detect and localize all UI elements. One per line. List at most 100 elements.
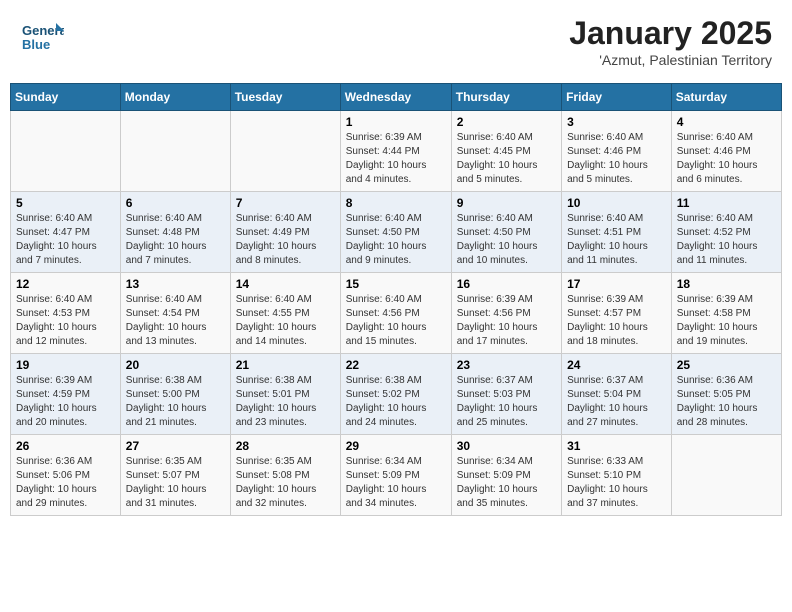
weekday-friday: Friday — [562, 84, 672, 111]
day-info: Sunrise: 6:39 AM Sunset: 4:44 PM Dayligh… — [346, 132, 427, 185]
week-row-2: 5Sunrise: 6:40 AM Sunset: 4:47 PM Daylig… — [11, 192, 782, 273]
day-number: 1 — [346, 115, 446, 129]
day-info: Sunrise: 6:40 AM Sunset: 4:55 PM Dayligh… — [236, 294, 317, 347]
day-number: 5 — [16, 196, 115, 210]
day-cell-9: 9 Sunrise: 6:40 AM Sunset: 4:50 PM Daylig… — [451, 192, 561, 273]
day-cell-4: 4 Sunrise: 6:40 AM Sunset: 4:46 PM Daylig… — [671, 111, 781, 192]
day-number: 20 — [126, 358, 225, 372]
weekday-monday: Monday — [120, 84, 230, 111]
day-info: Sunrise: 6:40 AM Sunset: 4:51 PM Dayligh… — [567, 213, 648, 266]
day-cell-18: 18 Sunrise: 6:39 AM Sunset: 4:58 PM Dayli… — [671, 273, 781, 354]
week-row-3: 12Sunrise: 6:40 AM Sunset: 4:53 PM Dayli… — [11, 273, 782, 354]
day-cell-16: 16 Sunrise: 6:39 AM Sunset: 4:56 PM Dayli… — [451, 273, 561, 354]
day-info: Sunrise: 6:40 AM Sunset: 4:52 PM Dayligh… — [677, 213, 758, 266]
day-cell-7: 7 Sunrise: 6:40 AM Sunset: 4:49 PM Daylig… — [230, 192, 340, 273]
day-number: 6 — [126, 196, 225, 210]
empty-cell — [120, 111, 230, 192]
day-cell-8: 8 Sunrise: 6:40 AM Sunset: 4:50 PM Daylig… — [340, 192, 451, 273]
day-info: Sunrise: 6:38 AM Sunset: 5:00 PM Dayligh… — [126, 375, 207, 428]
day-cell-21: 21 Sunrise: 6:38 AM Sunset: 5:01 PM Dayli… — [230, 354, 340, 435]
day-number: 28 — [236, 439, 335, 453]
day-cell-23: 23 Sunrise: 6:37 AM Sunset: 5:03 PM Dayli… — [451, 354, 561, 435]
day-cell-11: 11 Sunrise: 6:40 AM Sunset: 4:52 PM Dayli… — [671, 192, 781, 273]
day-number: 22 — [346, 358, 446, 372]
day-cell-22: 22 Sunrise: 6:38 AM Sunset: 5:02 PM Dayli… — [340, 354, 451, 435]
weekday-tuesday: Tuesday — [230, 84, 340, 111]
day-info: Sunrise: 6:40 AM Sunset: 4:50 PM Dayligh… — [457, 213, 538, 266]
day-cell-3: 3Sunrise: 6:40 AM Sunset: 4:46 PM Daylig… — [562, 111, 672, 192]
day-info: Sunrise: 6:39 AM Sunset: 4:58 PM Dayligh… — [677, 294, 758, 347]
day-number: 13 — [126, 277, 225, 291]
weekday-thursday: Thursday — [451, 84, 561, 111]
day-info: Sunrise: 6:38 AM Sunset: 5:01 PM Dayligh… — [236, 375, 317, 428]
day-number: 31 — [567, 439, 666, 453]
day-cell-14: 14Sunrise: 6:40 AM Sunset: 4:55 PM Dayli… — [230, 273, 340, 354]
day-cell-29: 29Sunrise: 6:34 AM Sunset: 5:09 PM Dayli… — [340, 435, 451, 516]
calendar-title: January 2025 — [569, 15, 772, 52]
day-info: Sunrise: 6:40 AM Sunset: 4:50 PM Dayligh… — [346, 213, 427, 266]
day-info: Sunrise: 6:39 AM Sunset: 4:59 PM Dayligh… — [16, 375, 97, 428]
day-cell-15: 15 Sunrise: 6:40 AM Sunset: 4:56 PM Dayli… — [340, 273, 451, 354]
day-info: Sunrise: 6:35 AM Sunset: 5:07 PM Dayligh… — [126, 456, 207, 509]
day-number: 8 — [346, 196, 446, 210]
day-cell-20: 20 Sunrise: 6:38 AM Sunset: 5:00 PM Dayli… — [120, 354, 230, 435]
day-info: Sunrise: 6:39 AM Sunset: 4:56 PM Dayligh… — [457, 294, 538, 347]
day-number: 3 — [567, 115, 666, 129]
day-cell-2: 2Sunrise: 6:40 AM Sunset: 4:45 PM Daylig… — [451, 111, 561, 192]
weekday-saturday: Saturday — [671, 84, 781, 111]
day-info: Sunrise: 6:40 AM Sunset: 4:46 PM Dayligh… — [677, 132, 758, 185]
calendar-subtitle: 'Azmut, Palestinian Territory — [569, 52, 772, 68]
day-number: 2 — [457, 115, 556, 129]
weekday-wednesday: Wednesday — [340, 84, 451, 111]
day-cell-17: 17 Sunrise: 6:39 AM Sunset: 4:57 PM Dayli… — [562, 273, 672, 354]
day-info: Sunrise: 6:40 AM Sunset: 4:48 PM Dayligh… — [126, 213, 207, 266]
day-number: 19 — [16, 358, 115, 372]
title-block: January 2025 'Azmut, Palestinian Territo… — [569, 15, 772, 68]
day-info: Sunrise: 6:40 AM Sunset: 4:56 PM Dayligh… — [346, 294, 427, 347]
day-number: 17 — [567, 277, 666, 291]
weekday-sunday: Sunday — [11, 84, 121, 111]
empty-cell — [671, 435, 781, 516]
day-number: 9 — [457, 196, 556, 210]
day-cell-13: 13 Sunrise: 6:40 AM Sunset: 4:54 PM Dayli… — [120, 273, 230, 354]
day-number: 16 — [457, 277, 556, 291]
day-number: 7 — [236, 196, 335, 210]
day-info: Sunrise: 6:33 AM Sunset: 5:10 PM Dayligh… — [567, 456, 648, 509]
day-cell-1: 1 Sunrise: 6:39 AM Sunset: 4:44 PM Daylig… — [340, 111, 451, 192]
day-cell-30: 30 Sunrise: 6:34 AM Sunset: 5:09 PM Dayli… — [451, 435, 561, 516]
day-info: Sunrise: 6:36 AM Sunset: 5:05 PM Dayligh… — [677, 375, 758, 428]
day-info: Sunrise: 6:34 AM Sunset: 5:09 PM Dayligh… — [457, 456, 538, 509]
page-header: General Blue January 2025 'Azmut, Palest… — [10, 10, 782, 73]
week-row-1: 1 Sunrise: 6:39 AM Sunset: 4:44 PM Daylig… — [11, 111, 782, 192]
day-number: 18 — [677, 277, 776, 291]
day-info: Sunrise: 6:35 AM Sunset: 5:08 PM Dayligh… — [236, 456, 317, 509]
calendar-table: SundayMondayTuesdayWednesdayThursdayFrid… — [10, 83, 782, 516]
day-number: 21 — [236, 358, 335, 372]
day-cell-10: 10 Sunrise: 6:40 AM Sunset: 4:51 PM Dayli… — [562, 192, 672, 273]
day-number: 23 — [457, 358, 556, 372]
day-cell-6: 6 Sunrise: 6:40 AM Sunset: 4:48 PM Daylig… — [120, 192, 230, 273]
day-number: 11 — [677, 196, 776, 210]
empty-cell — [11, 111, 121, 192]
day-number: 24 — [567, 358, 666, 372]
day-info: Sunrise: 6:36 AM Sunset: 5:06 PM Dayligh… — [16, 456, 97, 509]
day-number: 10 — [567, 196, 666, 210]
day-cell-25: 25Sunrise: 6:36 AM Sunset: 5:05 PM Dayli… — [671, 354, 781, 435]
day-info: Sunrise: 6:39 AM Sunset: 4:57 PM Dayligh… — [567, 294, 648, 347]
day-info: Sunrise: 6:40 AM Sunset: 4:54 PM Dayligh… — [126, 294, 207, 347]
day-info: Sunrise: 6:40 AM Sunset: 4:49 PM Dayligh… — [236, 213, 317, 266]
day-cell-5: 5Sunrise: 6:40 AM Sunset: 4:47 PM Daylig… — [11, 192, 121, 273]
day-number: 27 — [126, 439, 225, 453]
day-info: Sunrise: 6:34 AM Sunset: 5:09 PM Dayligh… — [346, 456, 427, 509]
day-number: 15 — [346, 277, 446, 291]
day-info: Sunrise: 6:37 AM Sunset: 5:03 PM Dayligh… — [457, 375, 538, 428]
logo-icon: General Blue — [20, 15, 60, 55]
week-row-5: 26Sunrise: 6:36 AM Sunset: 5:06 PM Dayli… — [11, 435, 782, 516]
day-info: Sunrise: 6:38 AM Sunset: 5:02 PM Dayligh… — [346, 375, 427, 428]
day-number: 4 — [677, 115, 776, 129]
day-cell-19: 19 Sunrise: 6:39 AM Sunset: 4:59 PM Dayli… — [11, 354, 121, 435]
day-info: Sunrise: 6:40 AM Sunset: 4:53 PM Dayligh… — [16, 294, 97, 347]
svg-text:Blue: Blue — [22, 37, 50, 52]
day-number: 30 — [457, 439, 556, 453]
day-cell-12: 12Sunrise: 6:40 AM Sunset: 4:53 PM Dayli… — [11, 273, 121, 354]
